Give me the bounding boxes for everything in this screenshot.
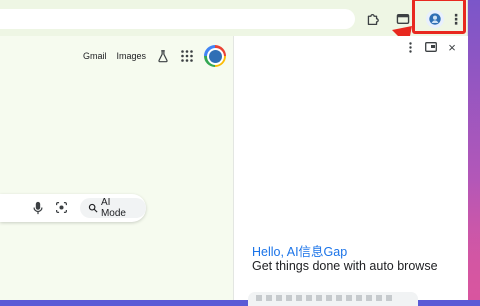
- search-box[interactable]: AI Mode: [0, 194, 146, 222]
- auto-browse-subtitle: Get things done with auto browse: [252, 259, 438, 273]
- browser-window: ⋮ Gmail Images AI Mode × Hello, AI信息Gap …: [0, 0, 468, 306]
- images-link[interactable]: Images: [116, 51, 146, 61]
- close-icon[interactable]: ×: [446, 40, 458, 55]
- open-in-window-icon[interactable]: [425, 41, 437, 53]
- google-homepage: Gmail Images AI Mode: [0, 36, 232, 300]
- more-options-icon[interactable]: [404, 41, 416, 53]
- ai-mode-label: AI Mode: [100, 197, 126, 219]
- highlight-box: [412, 0, 466, 34]
- gemini-side-panel: × Hello, AI信息Gap Get things done with au…: [233, 36, 468, 306]
- apps-grid-icon[interactable]: [180, 49, 194, 63]
- google-top-links: Gmail Images: [83, 45, 226, 67]
- ai-mode-button[interactable]: AI Mode: [80, 197, 146, 219]
- prompt-input[interactable]: [248, 292, 418, 306]
- panel-controls: ×: [404, 40, 458, 55]
- account-avatar[interactable]: [204, 45, 226, 67]
- greeting-text: Hello, AI信息Gap: [252, 245, 348, 259]
- microphone-icon[interactable]: [32, 201, 44, 215]
- gmail-link[interactable]: Gmail: [83, 51, 107, 61]
- flask-icon[interactable]: [156, 49, 170, 63]
- ai-search-icon: [88, 203, 98, 213]
- prompt-placeholder: [256, 295, 396, 301]
- camera-lens-icon[interactable]: [55, 201, 68, 214]
- address-bar[interactable]: [0, 9, 355, 29]
